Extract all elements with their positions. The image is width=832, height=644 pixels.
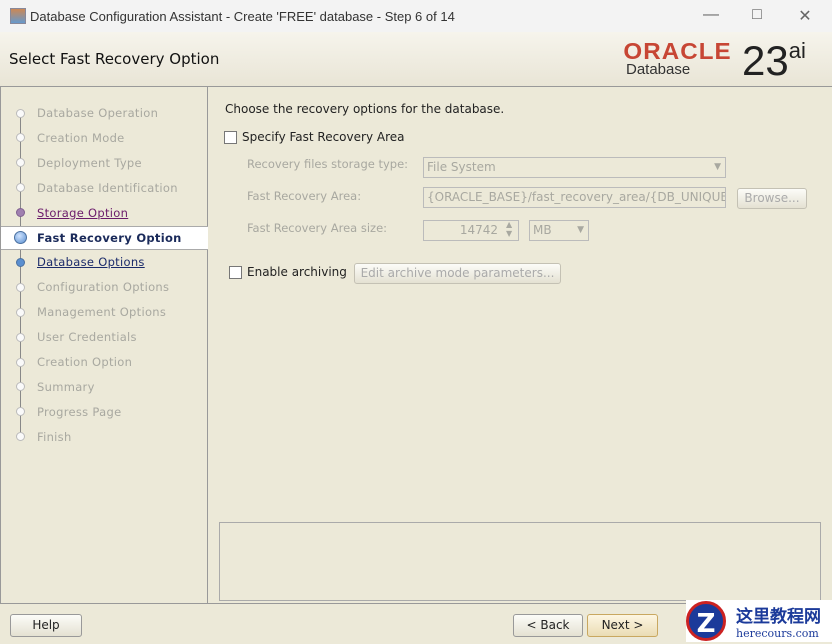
intro-text: Choose the recovery options for the data… (225, 102, 505, 116)
step-label: Management Options (37, 305, 167, 320)
step-item: User Credentials (1, 325, 208, 349)
step-label: Progress Page (37, 404, 122, 419)
step-item: Creation Option (1, 350, 208, 374)
browse-button[interactable]: Browse... (737, 188, 807, 209)
step-indicator-icon (16, 282, 25, 292)
specify-fra-label: Specify Fast Recovery Area (242, 130, 405, 144)
enable-archiving-checkbox[interactable] (229, 266, 242, 279)
chevron-down-icon: ▼ (577, 225, 584, 235)
step-label: Creation Option (37, 355, 133, 369)
minimize-button[interactable]: — (701, 6, 721, 24)
step-item: Configuration Options (1, 275, 208, 299)
fra-size-unit-value: MB (533, 223, 552, 237)
step-indicator-icon (16, 158, 25, 168)
step-item[interactable]: Storage Option (1, 201, 208, 225)
step-item: Database Identification (1, 176, 208, 200)
fra-size-spinner[interactable]: 14742 (423, 220, 519, 241)
close-button[interactable]: ✕ (795, 6, 815, 26)
storage-type-value: File System (427, 160, 496, 174)
step-indicator-icon (14, 231, 27, 244)
step-indicator-icon (16, 133, 25, 143)
edit-archive-params-button[interactable]: Edit archive mode parameters... (354, 263, 561, 284)
step-indicator-icon (16, 357, 25, 367)
step-label: Database Operation (37, 106, 159, 120)
back-button[interactable]: < Back (513, 614, 583, 637)
fra-input[interactable]: {ORACLE_BASE}/fast_recovery_area/{DB_UNI… (423, 187, 726, 208)
chevron-down-icon: ▼ (714, 162, 721, 172)
storage-type-label: Recovery files storage type: (247, 157, 409, 171)
step-item: Database Operation (1, 101, 208, 125)
step-label: Finish (37, 429, 72, 444)
step-label: Creation Mode (37, 130, 125, 145)
fra-label: Fast Recovery Area: (247, 189, 362, 203)
step-label: Database Options (37, 255, 145, 270)
step-indicator-icon (16, 307, 25, 317)
watermark-z-icon: Z (686, 601, 726, 641)
step-item: Summary (1, 375, 208, 399)
enable-archiving-label: Enable archiving (247, 265, 347, 279)
fra-size-unit-select[interactable]: MB ▼ (529, 220, 589, 241)
step-item: Progress Page (1, 400, 208, 424)
step-indicator-icon (16, 208, 25, 218)
app-icon (10, 8, 26, 24)
message-area (219, 522, 821, 601)
step-label: Configuration Options (37, 280, 170, 295)
logo-version-number: 23 (742, 37, 789, 84)
step-indicator-icon (16, 382, 25, 392)
step-item: Management Options (1, 300, 208, 324)
next-button[interactable]: Next > (587, 614, 658, 637)
step-item[interactable]: Database Options (1, 250, 208, 274)
page-header: Select Fast Recovery Option ORACLE Datab… (0, 32, 832, 87)
watermark-text: 这里教程网 (736, 607, 821, 627)
step-indicator-icon (16, 257, 25, 267)
step-label: Deployment Type (37, 155, 142, 170)
step-indicator-icon (16, 407, 25, 417)
step-label: User Credentials (37, 330, 137, 345)
step-label: Fast Recovery Option (37, 230, 182, 245)
step-label: Database Identification (37, 180, 178, 195)
watermark-logo: Z 这里教程网 herecours.com (686, 600, 832, 642)
page-title: Select Fast Recovery Option (9, 50, 220, 68)
step-item: Fast Recovery Option (1, 225, 208, 250)
oracle-logo: ORACLE Database 23ai (623, 38, 805, 82)
help-button[interactable]: Help (10, 614, 82, 637)
step-item: Deployment Type (1, 151, 208, 175)
window-title: Database Configuration Assistant - Creat… (30, 8, 455, 24)
title-bar: Database Configuration Assistant - Creat… (0, 0, 832, 32)
step-item: Finish (1, 425, 208, 449)
step-indicator-icon (16, 332, 25, 342)
specify-fra-checkbox[interactable] (224, 131, 237, 144)
fra-size-label: Fast Recovery Area size: (247, 221, 388, 235)
maximize-button[interactable]: □ (747, 6, 767, 24)
step-indicator-icon (16, 183, 25, 193)
step-label: Summary (37, 379, 95, 394)
step-label: Storage Option (37, 205, 129, 220)
step-indicator-icon (16, 432, 25, 442)
watermark-url: herecours.com (736, 627, 819, 640)
logo-brand: ORACLE (623, 38, 732, 64)
logo-version-suffix: ai (788, 38, 806, 63)
steps-sidebar: Database Operation Creation Mode Deploymen… (0, 87, 208, 603)
logo-version: 23ai (742, 40, 806, 82)
step-indicator-icon (16, 108, 25, 118)
spinner-arrows-icon[interactable]: ▲ ▼ (506, 220, 512, 238)
storage-type-select[interactable]: File System ▼ (423, 157, 726, 178)
step-item: Creation Mode (1, 126, 208, 150)
